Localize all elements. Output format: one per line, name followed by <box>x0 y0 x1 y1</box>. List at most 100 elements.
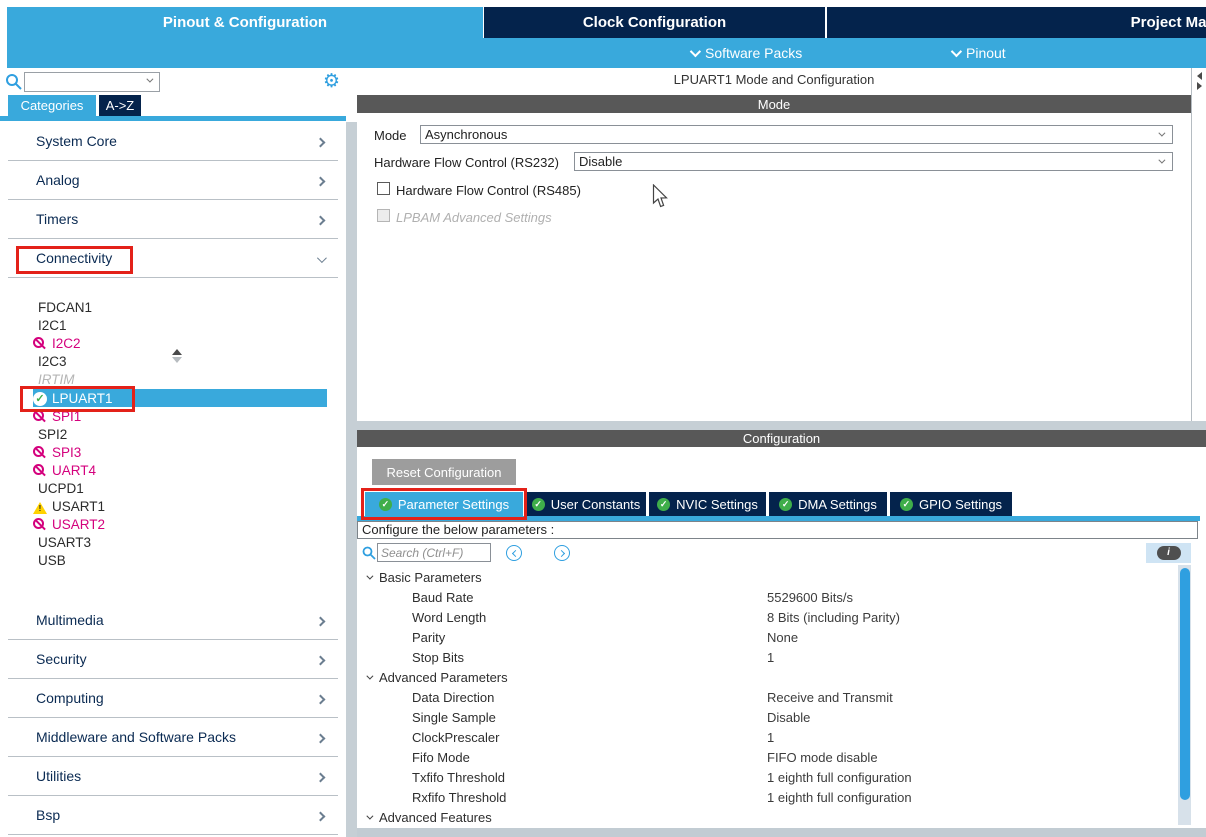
chevron-down-icon <box>366 812 373 819</box>
check-circle-icon: ✓ <box>33 392 47 406</box>
category-label: Computing <box>36 690 104 706</box>
sidebar-item-middleware[interactable]: Middleware and Software Packs <box>8 718 338 757</box>
peripheral-label: LPUART1 <box>52 391 113 406</box>
sidebar-item-computing[interactable]: Computing <box>8 679 338 718</box>
sidebar-tab-categories[interactable]: Categories <box>8 95 96 116</box>
peripheral-usart1[interactable]: ! USART1 <box>0 497 346 515</box>
peripheral-usb[interactable]: USB <box>0 551 346 569</box>
no-entry-icon <box>33 464 44 475</box>
sidebar-item-bsp[interactable]: Bsp <box>8 796 338 835</box>
sidebar-item-security[interactable]: Security <box>8 640 338 679</box>
sidebar-item-multimedia[interactable]: Multimedia <box>8 601 338 640</box>
peripheral-spi3[interactable]: SPI3 <box>0 443 346 461</box>
param-row[interactable]: Fifo Mode FIFO mode disable <box>357 747 1177 767</box>
tab-dma-settings[interactable]: ✓ DMA Settings <box>769 492 887 516</box>
subnav-label: Software Packs <box>705 45 802 61</box>
gear-icon[interactable]: ⚙ <box>323 68 340 94</box>
reset-configuration-button[interactable]: Reset Configuration <box>372 459 516 485</box>
param-row[interactable]: Txfifo Threshold 1 eighth full configura… <box>357 767 1177 787</box>
chevron-left-icon <box>511 549 518 556</box>
tab-parameter-settings[interactable]: ✓ Parameter Settings <box>365 492 523 516</box>
param-row[interactable]: Stop Bits 1 <box>357 647 1177 667</box>
info-icon[interactable]: i <box>1157 546 1181 560</box>
peripheral-spi1[interactable]: SPI1 <box>0 407 346 425</box>
param-value: 1 <box>767 730 774 745</box>
param-section-row[interactable]: Advanced Features <box>357 807 1177 827</box>
lpbam-label: LPBAM Advanced Settings <box>396 210 552 225</box>
param-value: None <box>767 630 798 645</box>
horizontal-splitter[interactable] <box>346 421 1206 430</box>
search-next-button[interactable] <box>554 545 570 561</box>
peripheral-label: SPI2 <box>38 427 67 442</box>
peripheral-ucpd1[interactable]: UCPD1 <box>0 479 346 497</box>
param-row[interactable]: Baud Rate 5529600 Bits/s <box>357 587 1177 607</box>
peripheral-label: I2C1 <box>38 318 67 333</box>
chevron-down-icon <box>366 672 373 679</box>
sidebar-tab-underline <box>0 116 346 121</box>
param-value: 1 eighth full configuration <box>767 790 912 805</box>
peripheral-uart4[interactable]: UART4 <box>0 461 346 479</box>
param-row[interactable]: Rxfifo Threshold 1 eighth full configura… <box>357 787 1177 807</box>
chevron-right-icon <box>316 773 326 783</box>
peripheral-lpuart1[interactable]: ✓ LPUART1 <box>0 389 346 407</box>
tab-label: Project Manager <box>1131 14 1206 31</box>
chevron-right-icon <box>316 216 326 226</box>
param-value: 5529600 Bits/s <box>767 590 853 605</box>
peripheral-label: SPI3 <box>52 445 81 460</box>
param-row[interactable]: Data Direction Receive and Transmit <box>357 687 1177 707</box>
tab-pinout-configuration[interactable]: Pinout & Configuration <box>7 7 483 38</box>
tab-user-constants[interactable]: ✓ User Constants <box>526 492 646 516</box>
sidebar-scrollbar[interactable] <box>346 122 357 837</box>
panel-title: LPUART1 Mode and Configuration <box>357 72 1191 87</box>
sidebar-item-system-core[interactable]: System Core <box>8 122 338 161</box>
tab-label: A->Z <box>106 98 135 113</box>
param-section-row[interactable]: Advanced Parameters <box>357 667 1177 687</box>
tab-project-manager[interactable]: Project Manager <box>827 7 1206 38</box>
tab-nvic-settings[interactable]: ✓ NVIC Settings <box>649 492 766 516</box>
chevron-right-icon <box>316 812 326 822</box>
flow-control-select[interactable]: Disable <box>574 152 1173 171</box>
param-row[interactable]: Word Length 8 Bits (including Parity) <box>357 607 1177 627</box>
sidebar-item-utilities[interactable]: Utilities <box>8 757 338 796</box>
param-value: 1 <box>767 650 774 665</box>
param-value: 1 eighth full configuration <box>767 770 912 785</box>
rs485-checkbox[interactable] <box>377 182 390 195</box>
tab-label: Categories <box>21 98 84 113</box>
peripheral-i2c1[interactable]: I2C1 <box>0 316 346 334</box>
peripheral-i2c2[interactable]: I2C2 <box>0 334 346 352</box>
ok-circle-icon: ✓ <box>779 498 792 511</box>
peripheral-usart3[interactable]: USART3 <box>0 533 346 551</box>
param-row[interactable]: Parity None <box>357 627 1177 647</box>
tab-clock-configuration[interactable]: Clock Configuration <box>484 7 825 38</box>
param-section-row[interactable]: Basic Parameters <box>357 567 1177 587</box>
peripheral-i2c3[interactable]: I2C3 <box>0 352 346 370</box>
peripheral-spi2[interactable]: SPI2 <box>0 425 346 443</box>
peripheral-irtim: IRTIM <box>0 370 346 388</box>
sidebar-tab-a-z[interactable]: A->Z <box>99 95 141 116</box>
param-row[interactable]: Single Sample Disable <box>357 707 1177 727</box>
param-row[interactable]: ClockPrescaler 1 <box>357 727 1177 747</box>
chevron-right-icon <box>557 549 564 556</box>
params-horizontal-scrollbar[interactable] <box>357 828 1206 837</box>
param-value: 8 Bits (including Parity) <box>767 610 900 625</box>
sidebar-item-connectivity[interactable]: Connectivity <box>8 239 338 278</box>
peripheral-filter-select[interactable] <box>24 72 160 92</box>
peripheral-label: USART1 <box>52 499 105 514</box>
sidebar-item-analog[interactable]: Analog <box>8 161 338 200</box>
search-prev-button[interactable] <box>506 545 522 561</box>
param-name: Fifo Mode <box>412 750 767 765</box>
peripheral-usart2[interactable]: USART2 <box>0 515 346 533</box>
sidebar-item-timers[interactable]: Timers <box>8 200 338 239</box>
mode-select[interactable]: Asynchronous <box>420 125 1173 144</box>
panel-collapse-handle[interactable] <box>1191 68 1206 421</box>
parameter-search-input[interactable] <box>377 543 491 562</box>
tab-gpio-settings[interactable]: ✓ GPIO Settings <box>890 492 1012 516</box>
peripheral-fdcan1[interactable]: FDCAN1 <box>0 298 346 316</box>
subnav-software-packs[interactable]: Software Packs <box>690 38 802 68</box>
subnav-pinout[interactable]: Pinout <box>951 38 1006 68</box>
ok-circle-icon: ✓ <box>379 498 392 511</box>
category-label: Utilities <box>36 768 81 784</box>
param-name: Txfifo Threshold <box>412 770 767 785</box>
params-scrollbar-track[interactable] <box>1178 565 1191 825</box>
params-scrollbar-thumb[interactable] <box>1180 568 1190 800</box>
